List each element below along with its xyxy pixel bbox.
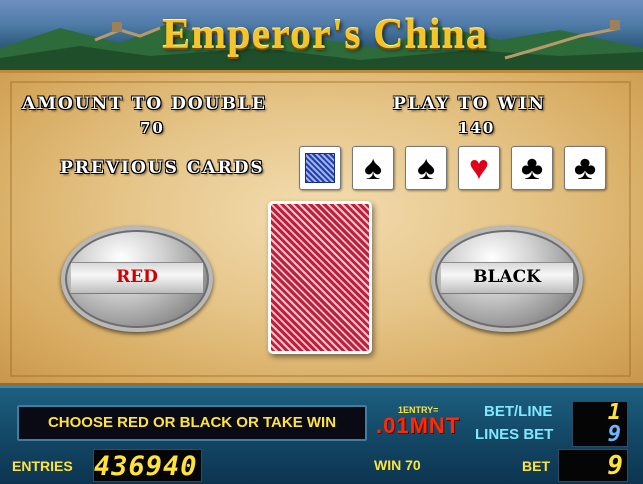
- bet-per-line-value: 1: [607, 400, 621, 425]
- club-icon: ♣: [511, 146, 553, 190]
- entries-label: ENTRIES: [12, 458, 73, 474]
- play-to-win-value: 140: [458, 119, 496, 137]
- bet-lines-display: 1 9: [572, 401, 628, 447]
- amount-to-double-value: 70: [140, 119, 165, 137]
- red-button-label: RED: [116, 267, 158, 287]
- entries-value: 436940: [93, 449, 202, 482]
- lines-bet-value: 9: [607, 422, 621, 447]
- heart-icon: ♥: [458, 146, 500, 190]
- bet-label: BET: [522, 458, 550, 474]
- black-button-label: BLACK: [473, 267, 541, 287]
- previous-card-back: [299, 146, 341, 190]
- bet-value: 9: [558, 449, 628, 482]
- club-icon: ♣: [564, 146, 606, 190]
- red-button[interactable]: RED: [61, 226, 213, 332]
- spade-icon: ♠: [352, 146, 394, 190]
- game-screen: Emperor's China AMOUNT TO DOUBLE 70 PLAY…: [0, 0, 643, 484]
- black-button[interactable]: BLACK: [431, 226, 583, 332]
- denomination-display: .01MNT: [376, 413, 461, 438]
- title-banner: Emperor's China: [0, 0, 643, 70]
- play-to-win-label: PLAY TO WIN: [393, 94, 547, 114]
- win-display: WIN 70: [374, 457, 421, 473]
- lines-bet-label: LINES BET: [475, 426, 554, 443]
- amount-to-double-label: AMOUNT TO DOUBLE: [22, 94, 267, 114]
- spade-icon: ♠: [405, 146, 447, 190]
- status-message: CHOOSE RED OR BLACK OR TAKE WIN: [17, 405, 367, 441]
- bet-per-line-label: BET/LINE: [484, 403, 553, 420]
- face-down-card: [268, 201, 372, 354]
- previous-cards-label: PREVIOUS CARDS: [60, 158, 265, 178]
- game-title-logo: Emperor's China: [162, 12, 488, 58]
